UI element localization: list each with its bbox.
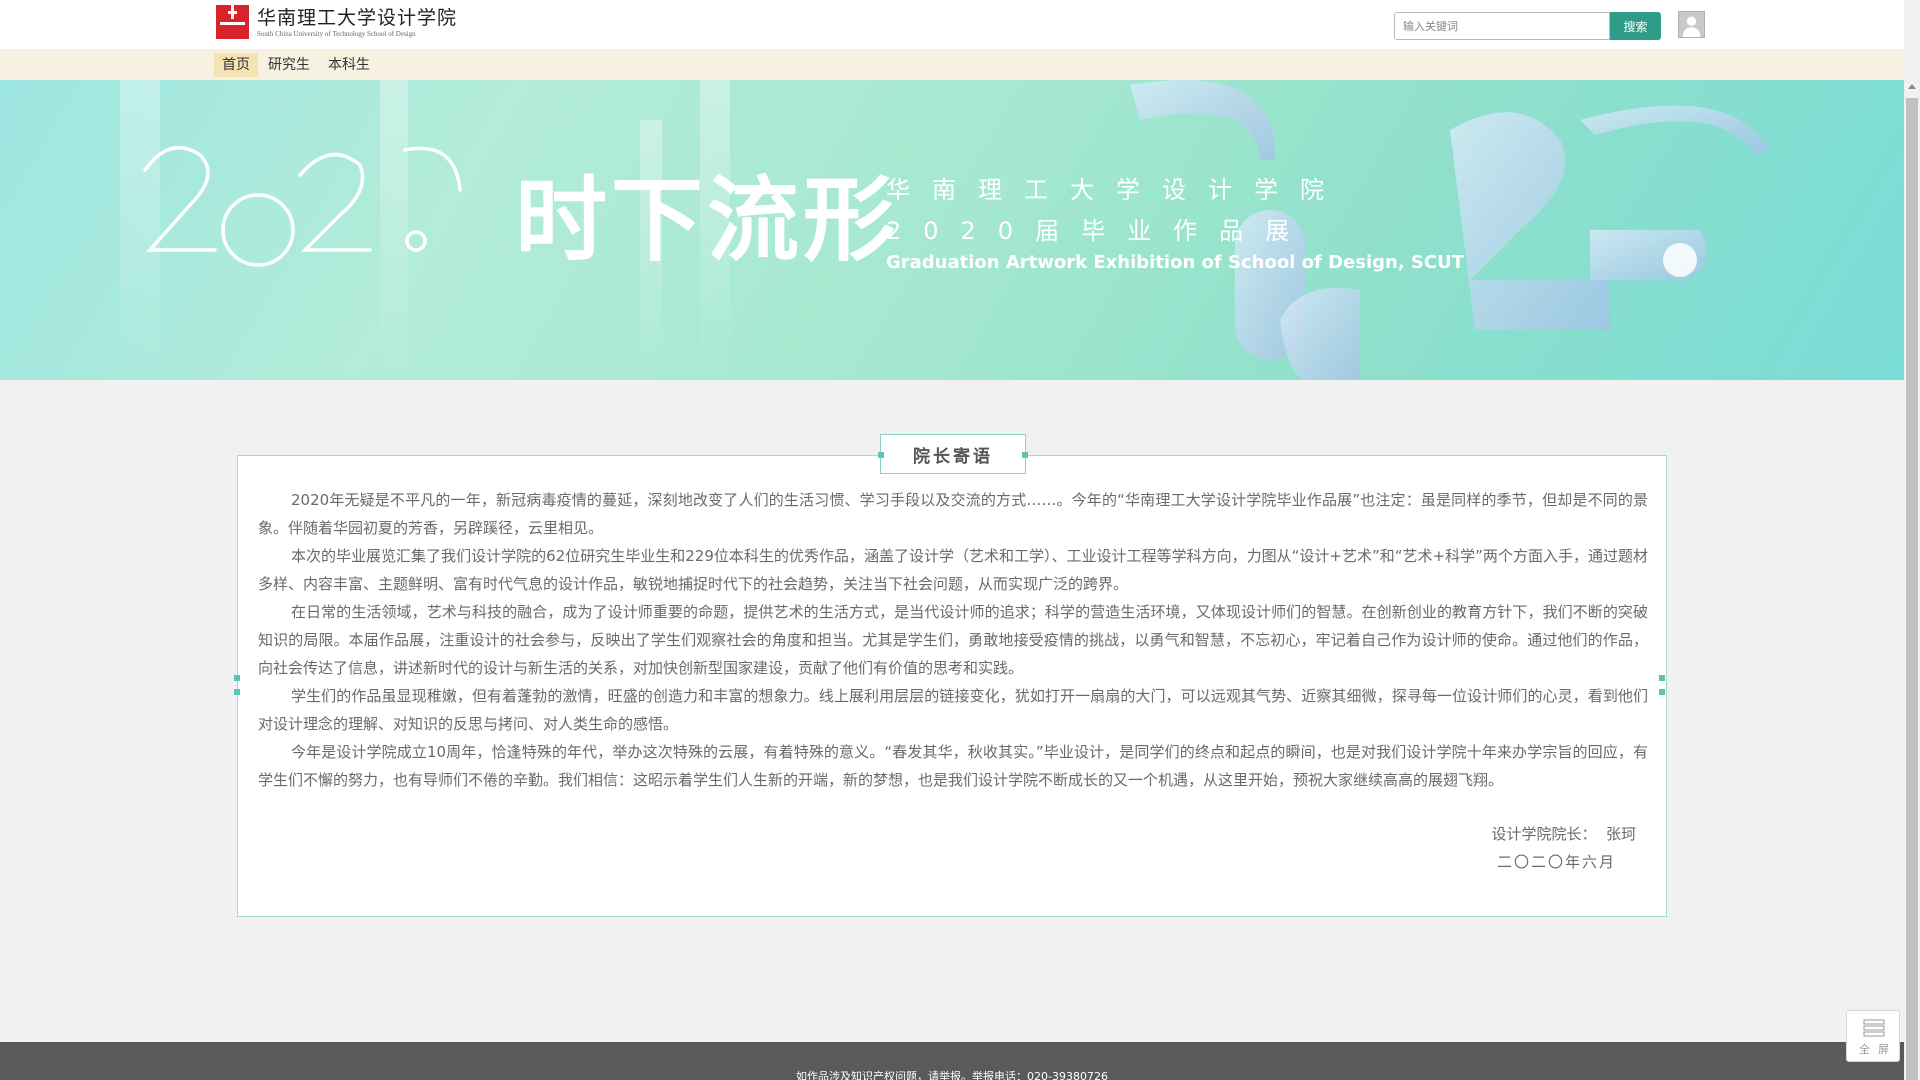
- message-paragraph: 在日常的生活领域，艺术与科技的融合，成为了设计师重要的命题，提供艺术的生活方式，…: [258, 603, 1648, 677]
- search-bar: 搜索: [1394, 12, 1661, 40]
- nav-item-undergraduate[interactable]: 本科生: [320, 53, 378, 77]
- main-nav-bar: 首页 研究生 本科生: [0, 49, 1904, 80]
- banner-subtitle-school: 华南理工大学设计学院: [886, 176, 1346, 204]
- nav-item-graduate[interactable]: 研究生: [260, 53, 318, 77]
- message-paragraph: 今年是设计学院成立10周年，恰逢特殊的年代，举办这次特殊的云展，有着特殊的意义。…: [258, 743, 1648, 789]
- year-outline-art: [143, 146, 462, 267]
- message-body: 2020年无疑是不平凡的一年，新冠病毒疫情的蔓延，深刻地改变了人们的生活习惯、学…: [258, 486, 1648, 794]
- banner-subtitle-en: Graduation Artwork Exhibition of School …: [886, 252, 1465, 273]
- search-button[interactable]: 搜索: [1610, 12, 1661, 40]
- nav-item-home[interactable]: 首页: [214, 53, 258, 77]
- fullscreen-button[interactable]: 全屏: [1846, 1010, 1900, 1062]
- message-paragraph: 2020年无疑是不平凡的一年，新冠病毒疫情的蔓延，深刻地改变了人们的生活习惯、学…: [258, 491, 1648, 537]
- message-paragraph: 本次的毕业展览汇集了我们设计学院的62位研究生毕业生和229位本科生的优秀作品，…: [258, 547, 1648, 593]
- decor-dot-icon: [1659, 689, 1665, 695]
- fullscreen-label: 全屏: [1859, 1043, 1897, 1056]
- user-avatar[interactable]: [1678, 11, 1705, 38]
- footer-report-text: 如作品涉及知识产权问题，请举报。举报电话：020-39380726: [796, 1070, 1108, 1080]
- main-nav: 首页 研究生 本科生: [214, 53, 380, 77]
- scroll-up-arrow-icon[interactable]: [1908, 84, 1916, 89]
- logo-cn-name: 华南理工大学设计学院: [257, 6, 458, 29]
- logo-text: 华南理工大学设计学院 South China University of Tec…: [257, 6, 457, 39]
- exhibition-banner: 时下流形 华南理工大学设计学院 2020届毕业作品展 Graduation Ar…: [0, 80, 1904, 380]
- decor-dot-icon: [234, 675, 240, 681]
- card-title-box: 院长寄语: [880, 434, 1026, 474]
- fullscreen-icon: [1863, 1019, 1885, 1037]
- logo-mark-icon: [216, 5, 249, 39]
- scroll-thumb[interactable]: [1906, 98, 1918, 1080]
- decor-dot-icon: [1022, 452, 1028, 458]
- message-paragraph: 学生们的作品虽显现稚嫩，但有着蓬勃的激情，旺盛的创造力和丰富的想象力。线上展利用…: [258, 687, 1648, 733]
- school-logo[interactable]: 华南理工大学设计学院 South China University of Tec…: [216, 4, 457, 40]
- decor-dot-icon: [1659, 675, 1665, 681]
- top-header: 华南理工大学设计学院 South China University of Tec…: [0, 0, 1904, 49]
- logo-en-name: South China University of Technology Sch…: [257, 29, 416, 38]
- card-title: 院长寄语: [913, 446, 993, 467]
- search-input[interactable]: [1394, 12, 1610, 40]
- dean-message-card: 院长寄语 2020年无疑是不平凡的一年，新冠病毒疫情的蔓延，深刻地改变了人们的生…: [234, 434, 1667, 917]
- decor-dot-icon: [878, 452, 884, 458]
- message-date: 二〇二〇年六月: [1496, 853, 1616, 871]
- dean-signature: 设计学院院长： 张珂: [1491, 825, 1636, 843]
- user-icon: [1679, 12, 1704, 37]
- page-scrollbar[interactable]: [1904, 80, 1920, 1080]
- banner-title: 时下流形: [515, 167, 900, 274]
- page-footer: 如作品涉及知识产权问题，请举报。举报电话：020-39380726: [0, 1042, 1904, 1080]
- banner-subtitle-exhibition: 2020届毕业作品展: [886, 217, 1312, 245]
- decor-dot-icon: [234, 689, 240, 695]
